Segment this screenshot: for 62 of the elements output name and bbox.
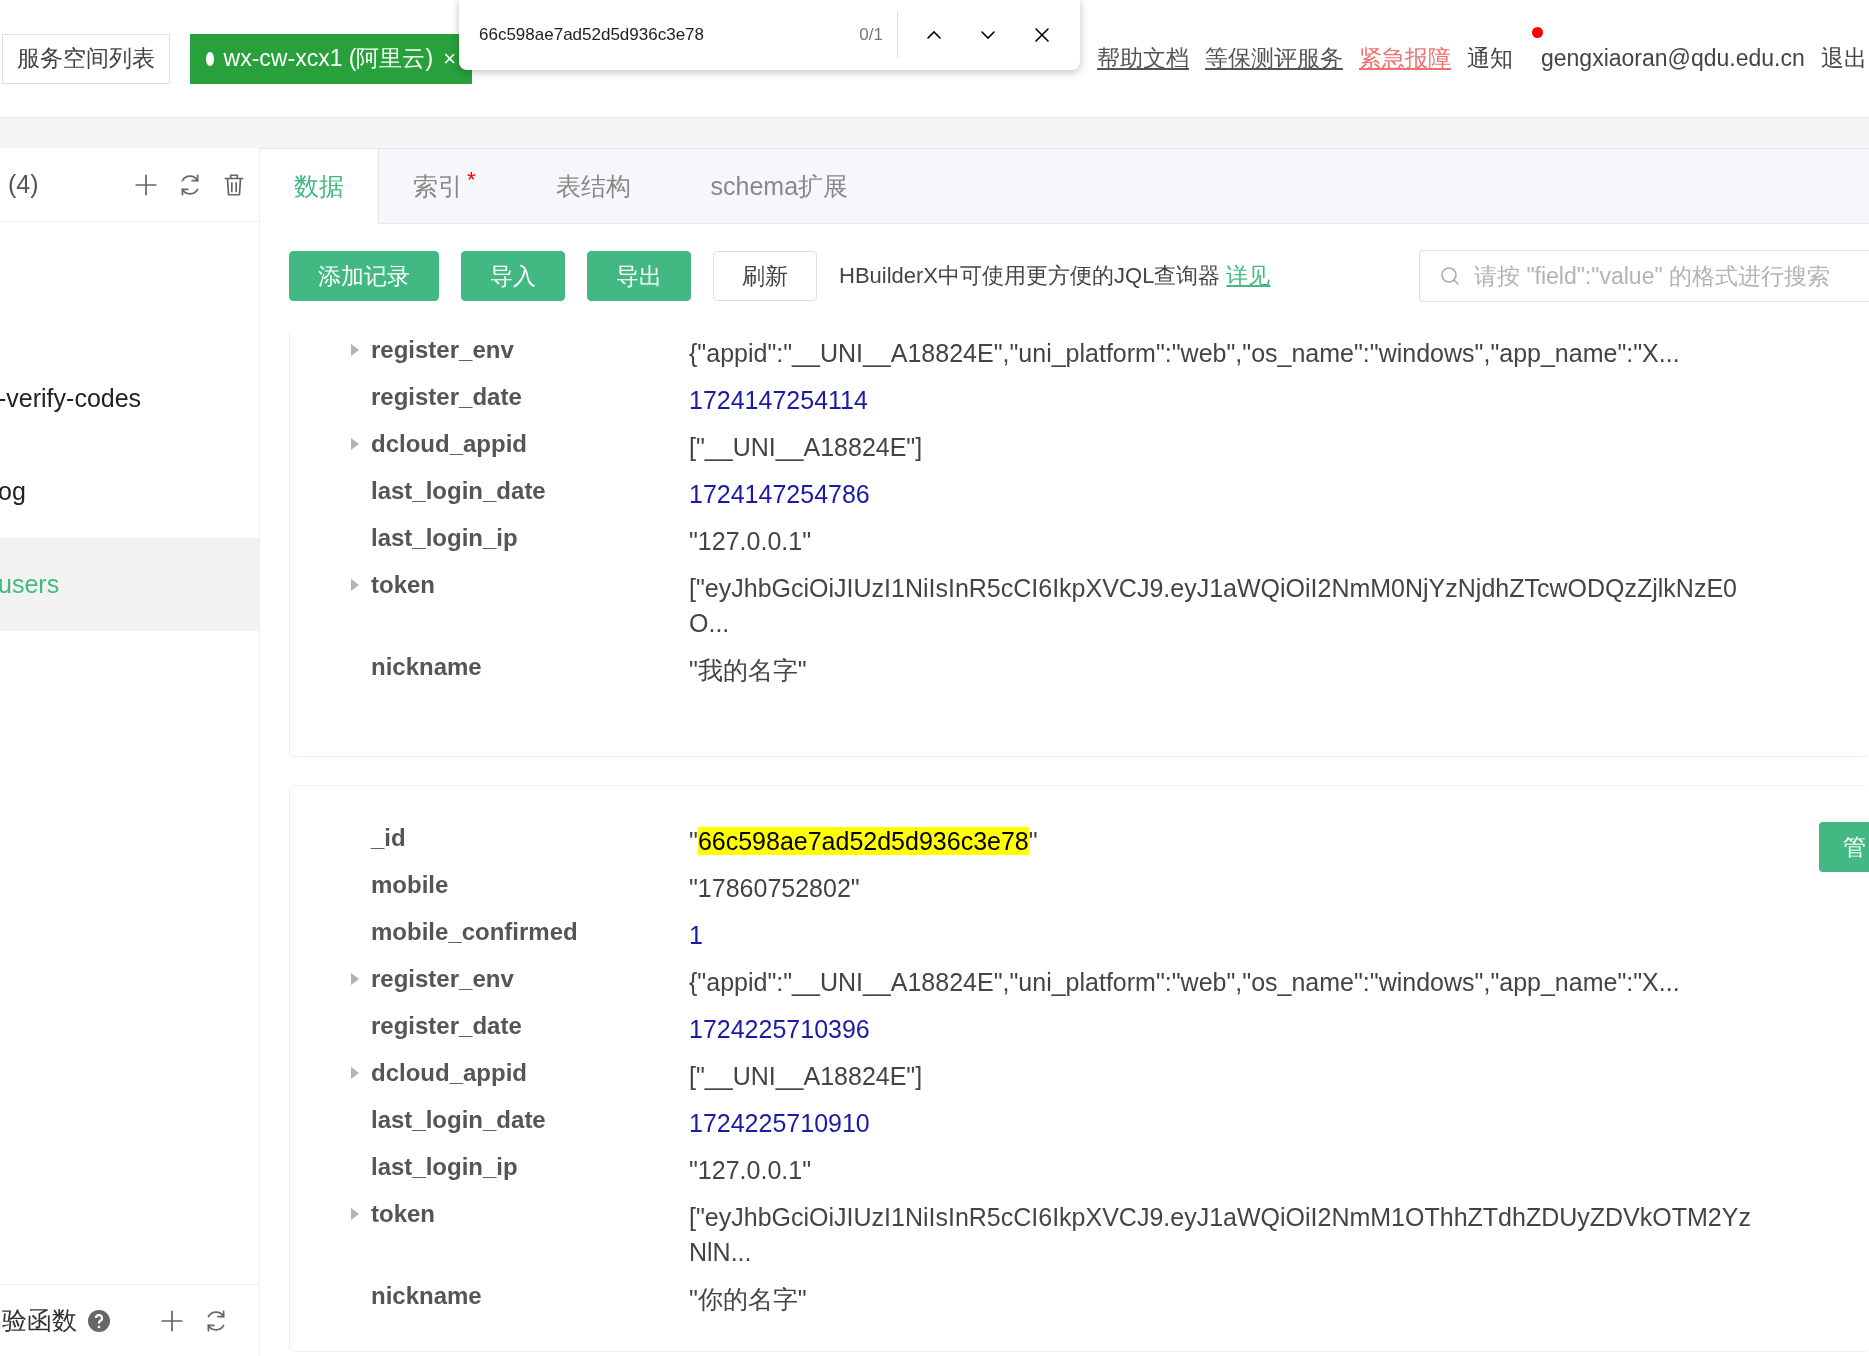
collection-count: (4) [8,170,39,199]
field-value: 1724225710910 [689,1108,871,1139]
field-key: nickname [371,653,689,681]
section-title: 验函数 [2,1305,77,1336]
field-key: token [371,1200,689,1228]
field-value: "17860752802" [689,873,861,904]
field-value: 1 [689,920,704,951]
field-key: nickname [371,1282,689,1310]
logout-link[interactable]: 退出 [1820,43,1867,74]
field-key: last_login_ip [371,1153,689,1181]
field-value: "66c598ae7ad52d5d936c3e78" [689,826,1039,857]
field-key: mobile_confirmed [371,918,689,946]
header-link[interactable]: 紧急报障 [1359,43,1451,74]
hint-text: HBuilderX中可使用更方便的JQL查询器 [839,262,1221,290]
field-key: dcloud_appid [371,1059,689,1087]
field-key: last_login_ip [371,524,689,552]
field-key: token [371,571,689,599]
toolbar-button[interactable]: 导入 [461,251,565,301]
tab[interactable]: 索引 * [379,149,510,223]
find-query[interactable]: 66c598ae7ad52d5d936c3e78 [479,25,842,45]
user-email: gengxiaoran@qdu.edu.cn [1541,45,1805,72]
header-link[interactable]: 帮助文档 [1097,43,1189,74]
match-count: 0/1 [859,12,898,58]
field-value: ["eyJhbGciOiJIUzI1NiIsInR5cCI6IkpXVCJ9.eyJ1aWQiOiI2NmM1OThhZTdhZDUyZDVkOTM2YzNlN... [689,1202,1752,1268]
space-tab[interactable]: wx-cw-xcx1 (阿里云) × [190,33,472,84]
header-link[interactable]: 等保测评服务 [1205,43,1343,74]
toolbar-button[interactable]: 添加记录 [289,251,439,301]
tab[interactable]: schema扩展 [676,149,883,223]
help-icon[interactable] [87,1308,111,1333]
space-list-button[interactable]: 服务空间列表 [2,33,170,84]
field-value: ["__UNI__A18824E"] [689,1061,924,1092]
field-value: 1724147254786 [689,479,871,510]
field-key: last_login_date [371,1106,689,1134]
field-value: 1724225710396 [689,1014,871,1045]
tab[interactable]: 数据 [260,149,379,224]
toolbar-button[interactable]: 刷新 [713,251,817,301]
field-value: {"appid":"__UNI__A18824E","uni_platform":"web","os_name":"windows","app_name":"X... [689,338,1681,369]
field-key: register_date [371,1012,689,1040]
field-value: 1724147254114 [689,385,869,416]
search-field[interactable]: 请按 "field":"value" 的格式进行搜索 [1419,250,1869,302]
field-value: "127.0.0.1" [689,1155,812,1186]
field-key: dcloud_appid [371,430,689,458]
search-icon [1438,264,1462,288]
field-key: _id [371,824,689,852]
field-key: mobile [371,871,689,899]
field-value: "你的名字" [689,1284,808,1315]
collection-item[interactable]: users [0,538,259,631]
field-key: last_login_date [371,477,689,505]
manage-button[interactable]: 管 [1819,822,1869,872]
field-value: ["eyJhbGciOiJIUzI1NiIsInR5cCI6IkpXVCJ9.eyJ1aWQiOiI2NmM0NjYzNjdhZTcwODQzZjlkNzE0O... [689,573,1738,639]
field-value: ["__UNI__A18824E"] [689,432,924,463]
field-value: {"appid":"__UNI__A18824E","uni_platform":"web","os_name":"windows","app_name":"X... [689,967,1681,998]
field-key: register_date [371,383,689,411]
toolbar-button[interactable]: 导出 [587,251,691,301]
tab[interactable]: 表结构 [521,149,665,223]
notice-link[interactable]: 通知 [1467,43,1513,74]
field-value: "我的名字" [689,655,808,686]
details-link[interactable]: 详见 [1226,261,1271,291]
field-key: register_env [371,965,689,993]
field-value: "127.0.0.1" [689,526,812,557]
field-key: register_env [371,336,689,364]
trash-icon[interactable] [221,171,247,198]
